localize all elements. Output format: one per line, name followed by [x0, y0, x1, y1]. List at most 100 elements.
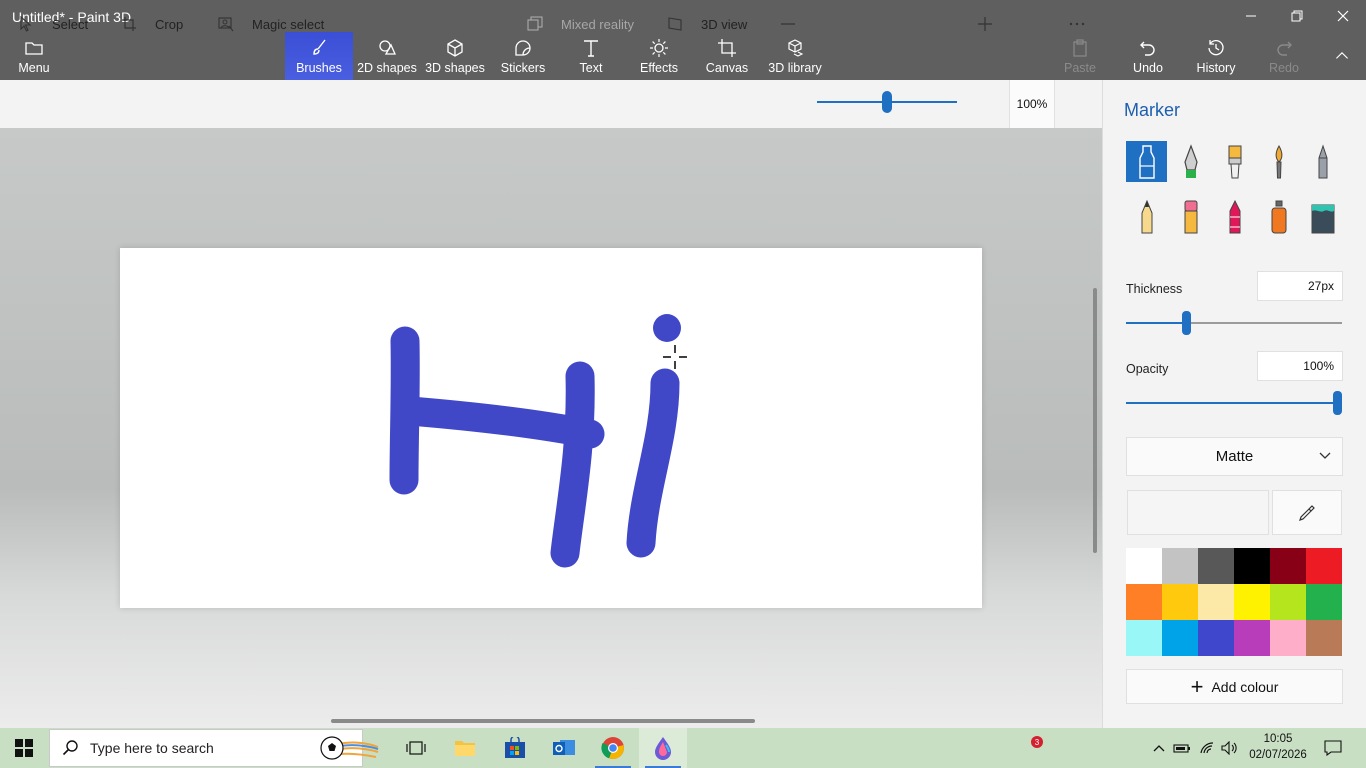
oil-brush-button[interactable] [1214, 141, 1255, 182]
mixed-reality-button[interactable]: Mixed reality [527, 0, 634, 48]
history-icon [1208, 40, 1224, 56]
opacity-slider-thumb[interactable] [1333, 391, 1342, 415]
2d-shapes-icon [379, 40, 397, 55]
colour-swatch[interactable] [1126, 548, 1162, 584]
volume-button[interactable] [1220, 728, 1240, 768]
3d-view-label: 3D view [701, 16, 748, 32]
taskbar-chrome[interactable] [589, 728, 637, 768]
colour-swatch[interactable] [1270, 620, 1306, 656]
colour-swatch[interactable] [1234, 620, 1270, 656]
pixel-pen-icon [1318, 143, 1327, 178]
pixel-pen-button[interactable] [1302, 141, 1343, 182]
network-button[interactable] [1198, 728, 1218, 768]
minimize-icon [1246, 15, 1256, 17]
wifi-icon [1200, 742, 1214, 754]
notification-icon [1324, 740, 1342, 756]
taskbar-file-explorer[interactable] [441, 728, 489, 768]
microsoft-store-icon [505, 737, 525, 758]
drawing-canvas[interactable] [120, 248, 982, 608]
horizontal-scrollbar[interactable] [331, 719, 755, 723]
crop-button[interactable]: Crop [121, 0, 183, 48]
colour-swatch[interactable] [1270, 584, 1306, 620]
zoom-out-button[interactable] [780, 0, 814, 48]
colour-swatch[interactable] [1126, 584, 1162, 620]
thickness-slider-fill [1126, 322, 1187, 324]
crosshair-cursor-icon [663, 345, 687, 369]
magic-select-button[interactable]: Magic select [218, 0, 324, 48]
taskbar-search-box[interactable]: Type here to search [49, 729, 363, 767]
collapse-ribbon-button[interactable] [1320, 32, 1364, 80]
magic-select-icon [218, 17, 234, 32]
thickness-input[interactable]: 27px [1257, 271, 1343, 301]
redo-button[interactable]: Redo [1262, 32, 1306, 80]
undo-button[interactable]: Undo [1126, 32, 1170, 80]
fill-bucket-button[interactable] [1302, 196, 1343, 237]
watercolor-icon [1275, 144, 1282, 178]
colour-swatch[interactable] [1306, 548, 1342, 584]
crayon-button[interactable] [1214, 196, 1255, 237]
zoom-value[interactable]: 100% [1009, 80, 1055, 128]
tab-label: 3D library [768, 61, 822, 75]
chevron-up-icon [1153, 745, 1165, 752]
minimize-button[interactable] [1228, 0, 1274, 32]
vertical-scrollbar[interactable] [1093, 288, 1097, 553]
colour-swatch[interactable] [1306, 584, 1342, 620]
more-options-button[interactable] [1069, 0, 1103, 48]
opacity-input[interactable]: 100% [1257, 351, 1343, 381]
colour-swatch[interactable] [1198, 620, 1234, 656]
tab-2d-shapes[interactable]: 2D shapes [357, 32, 417, 80]
spray-can-button[interactable] [1258, 196, 1299, 237]
colour-swatch[interactable] [1162, 548, 1198, 584]
tab-3d-shapes[interactable]: 3D shapes [425, 32, 485, 80]
action-center-button[interactable] [1318, 728, 1348, 768]
battery-icon [1173, 744, 1190, 753]
colour-swatch[interactable] [1162, 620, 1198, 656]
panel-title: Marker [1124, 100, 1181, 120]
colour-swatch[interactable] [1198, 548, 1234, 584]
history-button[interactable]: History [1192, 32, 1240, 80]
calligraphy-pen-button[interactable] [1170, 141, 1211, 182]
colour-swatch[interactable] [1162, 584, 1198, 620]
crop-icon [122, 17, 136, 31]
battery-button[interactable] [1172, 728, 1192, 768]
tab-label: 3D shapes [425, 61, 485, 75]
taskbar-outlook[interactable] [540, 728, 588, 768]
close-button[interactable] [1320, 0, 1366, 32]
marker-brush-button[interactable] [1126, 141, 1167, 182]
show-hidden-icons-button[interactable] [1150, 728, 1168, 768]
thickness-slider-thumb[interactable] [1181, 311, 1191, 335]
task-view-button[interactable] [392, 728, 440, 768]
tab-label: Stickers [500, 61, 546, 75]
tab-label: Effects [640, 61, 678, 75]
chevron-up-icon [1336, 52, 1348, 59]
taskbar-microsoft-store[interactable] [491, 728, 539, 768]
colour-swatch[interactable] [1234, 548, 1270, 584]
colour-swatch[interactable] [1234, 584, 1270, 620]
zoom-slider-thumb[interactable] [882, 91, 892, 113]
history-label: History [1196, 61, 1236, 75]
colour-swatch[interactable] [1198, 584, 1234, 620]
taskbar-paint-3d[interactable] [639, 728, 687, 768]
colour-swatch[interactable] [1126, 620, 1162, 656]
zoom-in-button[interactable] [977, 0, 1011, 48]
start-button[interactable] [0, 728, 48, 768]
select-button[interactable]: Select [18, 0, 88, 48]
undo-label: Undo [1133, 61, 1163, 75]
eraser-button[interactable] [1170, 196, 1211, 237]
mixed-reality-icon [527, 16, 543, 31]
restore-button[interactable] [1274, 0, 1320, 32]
watercolor-brush-button[interactable] [1258, 141, 1299, 182]
3d-view-icon [668, 17, 682, 31]
search-highlight-football-icon [320, 736, 379, 760]
colour-swatch[interactable] [1270, 548, 1306, 584]
current-colour-preview[interactable] [1127, 490, 1269, 535]
taskbar-clock[interactable]: 10:05 02/07/2026 [1246, 731, 1310, 763]
pencil-button[interactable] [1126, 196, 1167, 237]
colour-swatch[interactable] [1306, 620, 1342, 656]
add-colour-label: Add colour [1211, 678, 1279, 695]
finish-dropdown[interactable]: Matte [1126, 437, 1343, 476]
add-colour-button[interactable]: + Add colour [1126, 669, 1343, 704]
eyedropper-button[interactable] [1272, 490, 1342, 535]
paste-label: Paste [1064, 61, 1096, 75]
3d-view-button[interactable]: 3D view [667, 0, 747, 48]
